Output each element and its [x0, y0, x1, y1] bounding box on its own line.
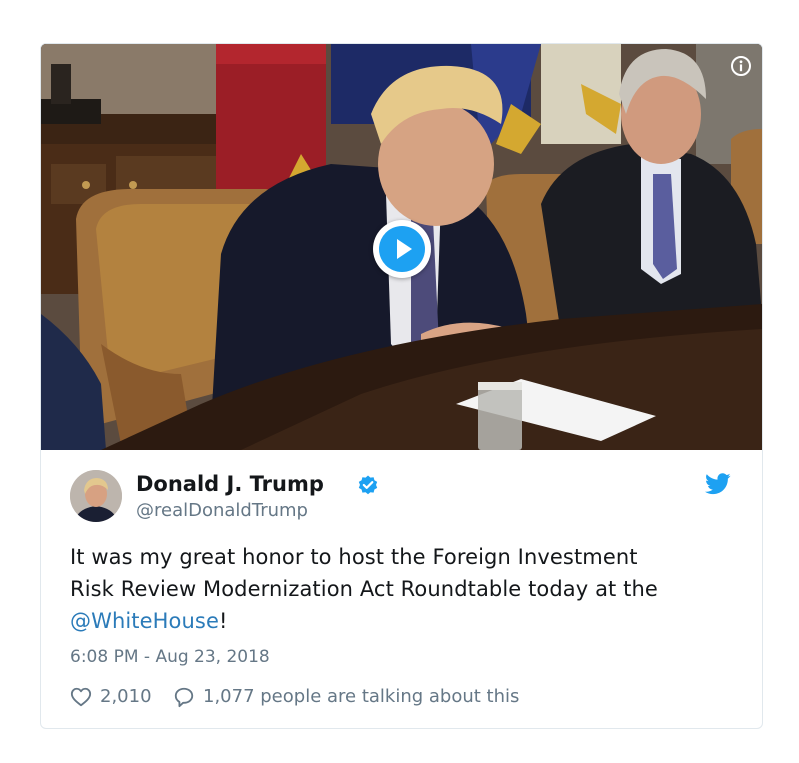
- talking-count-text: 1,077 people are talking about this: [203, 686, 520, 707]
- like-button[interactable]: 2,010: [70, 684, 165, 710]
- tweet-card[interactable]: Donald J. Trump @realDonaldTrump It was …: [40, 43, 763, 729]
- tweet-timestamp[interactable]: 6:08 PM - Aug 23, 2018: [70, 646, 270, 668]
- video-media[interactable]: [41, 44, 762, 450]
- verified-badge-icon: [357, 474, 379, 496]
- tweet-text-line: It was my great honor to host the Foreig…: [70, 545, 638, 569]
- avatar[interactable]: [70, 470, 122, 522]
- info-icon[interactable]: [730, 55, 752, 77]
- tweet-text-line: Risk Review Modernization Act Roundtable…: [70, 577, 658, 601]
- play-icon: [379, 226, 425, 272]
- twitter-bird-icon[interactable]: [705, 473, 731, 495]
- tweet-text: It was my great honor to host the Foreig…: [70, 541, 740, 637]
- tweet-text-line: @WhiteHouse!: [70, 605, 740, 637]
- author-handle[interactable]: @realDonaldTrump: [136, 500, 308, 522]
- like-count: 2,010: [100, 686, 152, 707]
- heart-icon: [70, 687, 92, 707]
- conversation-link[interactable]: 1,077 people are talking about this: [173, 684, 673, 710]
- tweet-text-suffix: !: [218, 609, 228, 633]
- play-button[interactable]: [373, 220, 431, 278]
- mention-link[interactable]: @WhiteHouse: [70, 609, 219, 633]
- speech-bubble-icon: [174, 687, 194, 708]
- author-display-name[interactable]: Donald J. Trump: [136, 471, 324, 497]
